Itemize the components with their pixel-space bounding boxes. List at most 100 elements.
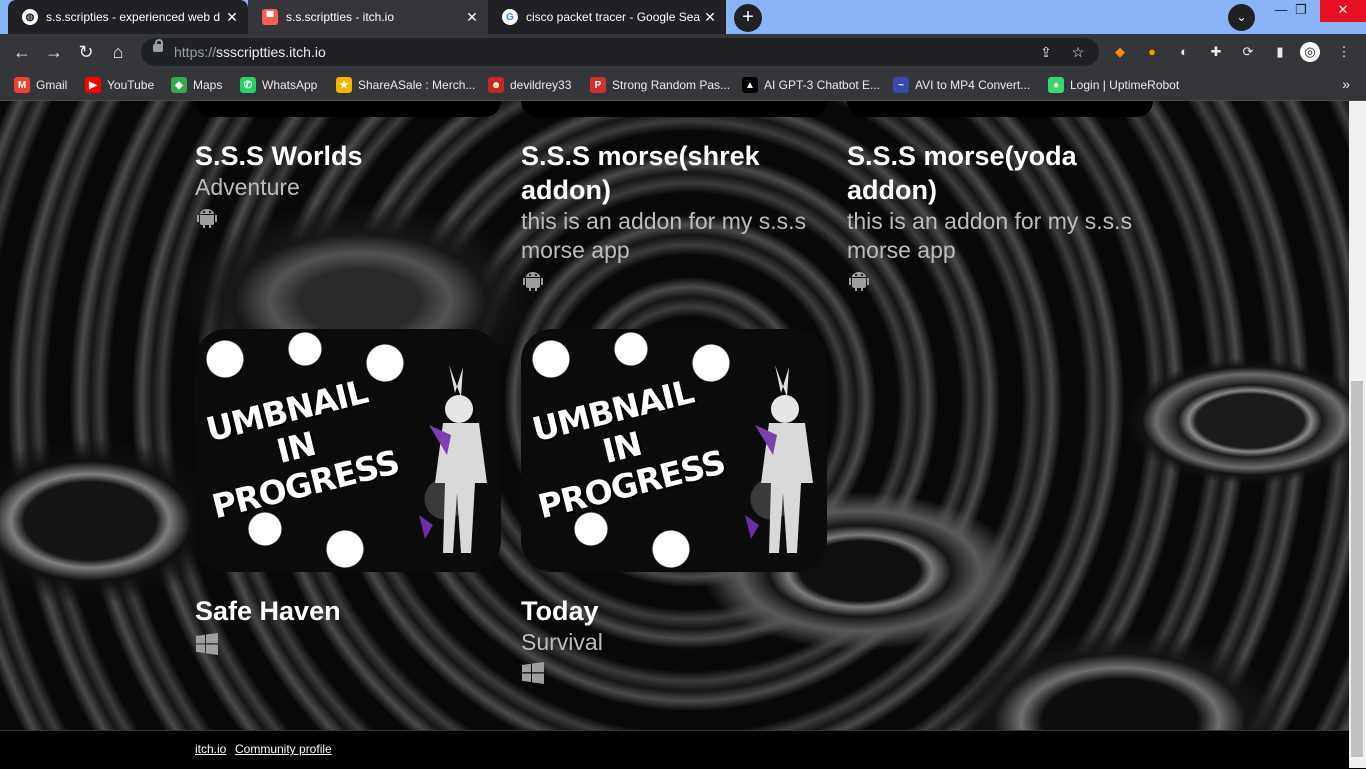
bookmark-label: ShareASale : Merch... (358, 78, 476, 92)
bookmark-maps[interactable]: ◆ Maps (171, 77, 222, 93)
bookmark-label: Gmail (36, 78, 68, 92)
tab-itchio[interactable]: ▀ s.s.scriptties - itch.io ✕ (248, 0, 488, 34)
tab-portfolio[interactable]: ◍ s.s.scripties - experienced web d ✕ (8, 0, 248, 34)
game-title[interactable]: S.S.S morse(shrek addon) (521, 139, 821, 207)
android-icon (849, 272, 869, 291)
menu-icon[interactable]: ⋮ (1334, 42, 1354, 62)
page-footer: itch.io Community profile (0, 730, 1349, 769)
extension-icon[interactable]: ● (1142, 42, 1162, 62)
character-illustration (745, 365, 813, 553)
game-subtitle: Survival (521, 629, 603, 655)
globe-icon: ◍ (22, 9, 38, 25)
chatbot-icon: ▲ (742, 77, 758, 93)
game-cell: Safe Haven (195, 594, 495, 661)
back-button[interactable]: ← (9, 39, 35, 65)
game-cell: Today Survival (521, 594, 821, 690)
scrollbar-thumb[interactable] (1351, 381, 1363, 757)
url-host: ssscriptties.itch.io (216, 44, 326, 60)
tab-google-search[interactable]: G cisco packet tracer - Google Sear ✕ (488, 0, 726, 34)
game-cell: S.S.S Worlds Adventure (195, 139, 495, 235)
bookmark-star-icon[interactable]: ☆ (1069, 43, 1087, 61)
itch-page-background: S.S.S Worlds Adventure S.S.S morse(shrek… (0, 101, 1349, 768)
browser-toolbar: ← → ↻ ⌂ https://ssscriptties.itch.io ⇪ ☆… (0, 34, 1366, 70)
maximize-button[interactable]: ❐ (1281, 0, 1321, 22)
bookmark-shareasale[interactable]: ★ ShareASale : Merch... (336, 77, 475, 93)
footer-link-community-profile[interactable]: Community profile (235, 742, 332, 756)
bookmarks-bar: M Gmail ▶ YouTube ◆ Maps ✆ WhatsApp ★ Sh… (0, 70, 1366, 101)
close-tab-icon[interactable]: ✕ (222, 9, 242, 26)
side-panel-icon[interactable]: ▮ (1270, 42, 1290, 62)
game-cell: S.S.S morse(shrek addon) this is an addo… (521, 139, 821, 298)
extension-icon[interactable]: ◐ (1174, 42, 1194, 62)
google-icon: G (502, 9, 518, 25)
address-url[interactable]: https://ssscriptties.itch.io (174, 44, 326, 60)
tab-title: s.s.scripties - experienced web d (46, 10, 221, 24)
lock-icon[interactable] (153, 39, 163, 52)
converter-icon: ~ (893, 77, 909, 93)
shareasale-icon: ★ (336, 77, 352, 93)
close-tab-icon[interactable]: ✕ (462, 9, 482, 26)
game-cover[interactable] (195, 101, 501, 117)
android-icon (197, 209, 217, 228)
footer-link-itchio[interactable]: itch.io (195, 742, 226, 756)
bookmark-ai-chatbot[interactable]: ▲ AI GPT-3 Chatbot E... (742, 77, 880, 93)
game-cover-today[interactable]: UMBNAIL IN PROGRESS (521, 329, 827, 572)
devil-icon: ☻ (488, 77, 504, 93)
home-button[interactable]: ⌂ (105, 39, 131, 65)
profile-avatar[interactable]: ◎ (1300, 42, 1320, 62)
game-title[interactable]: S.S.S Worlds (195, 139, 495, 173)
game-title[interactable]: S.S.S morse(yoda addon) (847, 139, 1147, 207)
share-icon[interactable]: ⇪ (1037, 43, 1055, 61)
character-illustration (419, 365, 487, 553)
tab-title: cisco packet tracer - Google Sear (526, 10, 700, 24)
bookmark-label: YouTube (107, 78, 155, 92)
game-cover[interactable] (521, 101, 827, 117)
bookmark-gmail[interactable]: M Gmail (14, 77, 67, 93)
bookmark-youtube[interactable]: ▶ YouTube (85, 77, 154, 93)
close-window-button[interactable]: ✕ (1320, 0, 1366, 22)
tab-search-button[interactable]: ⌄ (1228, 4, 1255, 31)
url-protocol: https:// (174, 44, 217, 60)
close-tab-icon[interactable]: ✕ (700, 9, 720, 26)
bookmark-label: AVI to MP4 Convert... (915, 78, 1031, 92)
tab-strip: ◍ s.s.scripties - experienced web d ✕ ▀ … (0, 0, 1366, 34)
bookmark-label: Login | UptimeRobot (1070, 78, 1180, 92)
youtube-icon: ▶ (85, 77, 101, 93)
bookmark-devildrey33[interactable]: ☻ devildrey33 (488, 77, 571, 93)
sync-icon[interactable]: ⟳ (1238, 42, 1258, 62)
reload-button[interactable]: ↻ (73, 39, 99, 65)
gmail-icon: M (14, 77, 30, 93)
uptimerobot-icon: ● (1048, 77, 1064, 93)
forward-button[interactable]: → (41, 39, 67, 65)
bookmark-label: devildrey33 (510, 78, 572, 92)
tab-title: s.s.scriptties - itch.io (286, 10, 395, 24)
bookmark-whatsapp[interactable]: ✆ WhatsApp (240, 77, 317, 93)
game-subtitle: this is an addon for my s.s.s morse app (847, 208, 1133, 263)
game-subtitle: Adventure (195, 174, 300, 200)
maps-icon: ◆ (171, 77, 187, 93)
bookmark-uptimerobot[interactable]: ● Login | UptimeRobot (1048, 77, 1179, 93)
whatsapp-icon: ✆ (240, 77, 256, 93)
bookmark-avi-to-mp4[interactable]: ~ AVI to MP4 Convert... (893, 77, 1030, 93)
password-icon: P (590, 77, 606, 93)
itchio-icon: ▀ (262, 9, 278, 25)
game-subtitle: this is an addon for my s.s.s morse app (521, 208, 807, 263)
bookmark-label: Maps (193, 78, 223, 92)
game-cover-safe-haven[interactable]: UMBNAIL IN PROGRESS (195, 329, 501, 572)
vertical-scrollbar[interactable] (1349, 101, 1366, 768)
windows-icon (522, 662, 544, 684)
bookmark-label: AI GPT-3 Chatbot E... (764, 78, 881, 92)
game-cell: S.S.S morse(yoda addon) this is an addon… (847, 139, 1147, 298)
bookmark-label: Strong Random Pas... (612, 78, 731, 92)
new-tab-button[interactable]: + (734, 4, 762, 32)
puzzle-icon[interactable]: ✚ (1206, 42, 1226, 62)
bookmark-strong-random-password[interactable]: P Strong Random Pas... (590, 77, 730, 93)
android-icon (523, 272, 543, 291)
windows-icon (196, 633, 218, 655)
game-cover[interactable] (847, 101, 1153, 117)
game-title[interactable]: Today (521, 594, 821, 628)
more-bookmarks-chevron-icon[interactable]: » (1342, 76, 1350, 92)
game-title[interactable]: Safe Haven (195, 594, 495, 628)
metamask-icon[interactable]: ◆ (1110, 42, 1130, 62)
address-bar[interactable]: https://ssscriptties.itch.io ⇪ ☆ (141, 38, 1099, 66)
